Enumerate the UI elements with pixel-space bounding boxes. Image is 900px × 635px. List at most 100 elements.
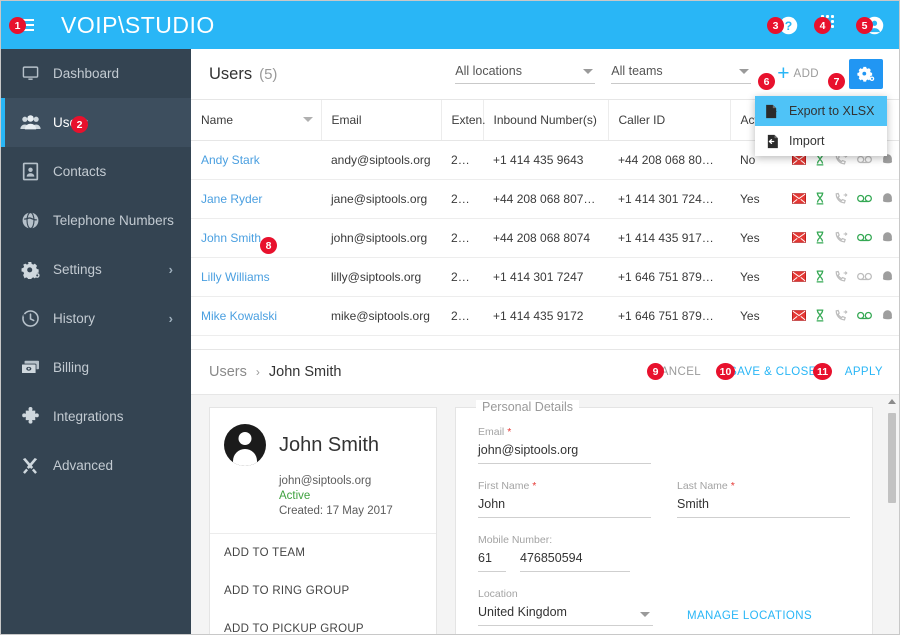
user-link[interactable]: Lilly Williams	[201, 270, 270, 284]
add-to-ring-group-button[interactable]: ADD TO RING GROUP	[210, 572, 436, 610]
column-header-inbound[interactable]: Inbound Number(s)	[483, 100, 609, 141]
cell-inbound: +1 414 301 7247	[483, 257, 608, 297]
column-header-email[interactable]: Email	[321, 100, 442, 141]
sidebar-item-settings[interactable]: Settings ›	[1, 245, 191, 294]
voicemail-icon[interactable]	[857, 272, 872, 281]
column-header-exten[interactable]: Exten.	[441, 100, 486, 141]
location-filter-value: All locations	[455, 64, 522, 78]
cell-inbound: +44 208 068 8073, +61 …	[483, 179, 608, 219]
phone-forward-icon[interactable]	[834, 192, 848, 205]
annotation-badge-4: 4	[814, 17, 831, 34]
mail-icon[interactable]	[792, 232, 806, 243]
voicemail-icon[interactable]	[857, 155, 872, 164]
sidebar-item-users[interactable]: Users	[1, 98, 191, 147]
chevron-down-icon-location	[583, 69, 594, 74]
add-user-button[interactable]: + ADD	[777, 63, 819, 84]
last-name-field: Last Name * Smith	[677, 480, 850, 518]
user-link[interactable]: Andy Stark	[201, 153, 260, 167]
apply-button[interactable]: APPLY	[845, 366, 883, 378]
mail-icon[interactable]	[792, 310, 806, 321]
phone-forward-icon[interactable]	[834, 309, 848, 322]
profile-name: John Smith	[279, 433, 380, 456]
cell-caller-id: +1 414 435 9172, +1 6…	[608, 218, 730, 258]
sidebar-item-telephone-numbers[interactable]: Telephone Numbers	[1, 196, 191, 245]
sidebar-item-advanced[interactable]: Advanced	[1, 441, 191, 490]
location-filter-select[interactable]: All locations	[455, 64, 596, 84]
sidebar-item-contacts[interactable]: Contacts	[1, 147, 191, 196]
hourglass-icon[interactable]	[815, 309, 825, 322]
table-row[interactable]: Jane Ryder jane@siptools.org 2001 +44 20…	[191, 179, 899, 219]
sidebar-item-billing[interactable]: Billing	[1, 343, 191, 392]
menu-item-export-xlsx[interactable]: Export to XLSX	[755, 96, 887, 126]
user-link[interactable]: Mike Kowalski	[201, 309, 277, 323]
detail-columns: John Smith john@siptools.org Active Crea…	[191, 395, 899, 634]
email-label: Email *	[478, 426, 651, 438]
sidebar-item-integrations[interactable]: Integrations	[1, 392, 191, 441]
sort-arrow-icon[interactable]	[302, 117, 313, 122]
user-link-john-smith[interactable]: John Smith	[201, 231, 261, 245]
user-link[interactable]: Jane Ryder	[201, 192, 262, 206]
cell-exten: 2003	[441, 257, 483, 297]
annotation-badge-7: 7	[828, 73, 845, 90]
last-name-label: Last Name *	[677, 480, 850, 492]
breadcrumb-bar: Users › John Smith CANCEL SAVE & CLOSE A…	[191, 349, 899, 395]
user-profile-card: John Smith john@siptools.org Active Crea…	[209, 407, 437, 634]
chevron-down-icon-team	[739, 69, 750, 74]
scroll-up-arrow-icon[interactable]	[888, 399, 896, 404]
cell-exten: 2000	[441, 218, 483, 258]
add-to-pickup-group-button[interactable]: ADD TO PICKUP GROUP	[210, 610, 436, 634]
manage-locations-link[interactable]: MANAGE LOCATIONS	[687, 610, 812, 626]
detail-scrollbar[interactable]	[886, 395, 897, 634]
sidebar-item-dashboard[interactable]: Dashboard	[1, 49, 191, 98]
bell-icon[interactable]	[881, 231, 894, 244]
cell-email: john@siptools.org	[321, 218, 441, 258]
voicemail-icon[interactable]	[857, 194, 872, 203]
annotation-badge-9: 9	[647, 363, 664, 380]
bell-icon[interactable]	[881, 309, 894, 322]
table-row[interactable]: John Smith john@siptools.org 2000 +44 20…	[191, 218, 899, 258]
voicemail-icon[interactable]	[857, 233, 872, 242]
chevron-down-icon-location-select	[640, 612, 650, 617]
mail-icon[interactable]	[792, 271, 806, 282]
phone-forward-icon[interactable]	[834, 270, 848, 283]
first-name-input[interactable]: John	[478, 497, 651, 518]
phone-forward-icon[interactable]	[834, 231, 848, 244]
bell-icon[interactable]	[881, 270, 894, 283]
mobile-country-code-input[interactable]: 61	[478, 551, 506, 572]
mobile-number-input[interactable]: 476850594	[520, 551, 630, 572]
last-name-input[interactable]: Smith	[677, 497, 850, 518]
email-input[interactable]: john@siptools.org	[478, 443, 651, 464]
scrollbar-thumb[interactable]	[888, 413, 896, 503]
email-field: Email * john@siptools.org	[478, 426, 651, 464]
cell-actions	[782, 296, 899, 336]
breadcrumb-users[interactable]: Users	[209, 364, 247, 380]
table-row[interactable]: Mike Kowalski mike@siptools.org 2002 +1 …	[191, 296, 899, 336]
breadcrumb-current: John Smith	[268, 364, 342, 380]
team-filter-select[interactable]: All teams	[611, 64, 752, 84]
email-label-text: Email	[478, 426, 505, 438]
menu-item-import[interactable]: Import	[755, 126, 887, 156]
mail-icon[interactable]	[792, 193, 806, 204]
profile-summary: John Smith john@siptools.org Active Crea…	[210, 408, 436, 534]
table-row[interactable]: Lilly Williams lilly@siptools.org 2003 +…	[191, 257, 899, 297]
location-select[interactable]: United Kingdom	[478, 605, 653, 626]
avatar	[224, 424, 266, 466]
sidebar-item-history[interactable]: History ›	[1, 294, 191, 343]
voicemail-icon[interactable]	[857, 311, 872, 320]
hourglass-icon[interactable]	[815, 192, 825, 205]
required-mark: *	[730, 480, 735, 492]
bell-icon[interactable]	[881, 192, 894, 205]
cell-inbound: +44 208 068 8074	[483, 218, 608, 258]
hourglass-icon[interactable]	[815, 270, 825, 283]
settings-gear-button[interactable]	[849, 59, 883, 89]
hourglass-icon[interactable]	[815, 231, 825, 244]
column-header-name[interactable]: Name	[191, 100, 322, 141]
breadcrumb-separator-icon: ›	[255, 365, 260, 379]
annotation-badge-5: 5	[856, 17, 873, 34]
add-to-team-button[interactable]: ADD TO TEAM	[210, 534, 436, 572]
last-name-label-text: Last Name	[677, 480, 728, 492]
cell-name: Lilly Williams	[191, 257, 321, 297]
cell-active: Yes	[730, 296, 782, 336]
column-header-caller-id[interactable]: Caller ID	[608, 100, 731, 141]
save-and-close-button[interactable]: SAVE & CLOSE	[729, 366, 817, 378]
